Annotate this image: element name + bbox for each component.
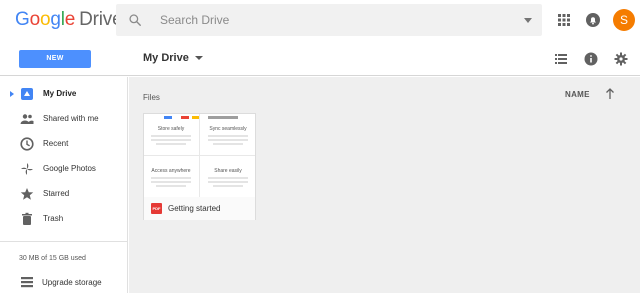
clock-icon [20,137,34,151]
thumb-section-title: Access anywhere [151,168,191,174]
thumb-section: Store safely [144,114,198,154]
sidebar-item-label: Trash [43,214,64,223]
upgrade-storage-label: Upgrade storage [42,278,102,287]
thumb-section: Access anywhere [144,156,198,196]
settings-gear-icon[interactable] [614,52,628,66]
thumb-text-line [151,177,191,179]
sidebar-item-google-photos[interactable]: Google Photos [0,158,128,180]
thumb-text-line [151,135,191,137]
thumb-text-line [208,139,248,141]
drive-icon [21,88,33,100]
notifications-bell-icon[interactable] [585,12,601,28]
sidebar-item-starred[interactable]: Starred [0,183,128,205]
search-input[interactable] [160,10,500,30]
apps-grid-icon[interactable] [556,12,572,28]
chevron-down-icon [194,56,203,60]
list-view-icon[interactable] [554,52,568,66]
logo-letter: e [64,9,76,30]
toolbar: NEW My Drive [0,40,640,76]
storage-icon [21,277,33,288]
thumb-text-line [208,181,248,183]
people-icon [20,114,34,124]
search-bar[interactable] [116,4,542,36]
sidebar-item-shared-with-me[interactable]: Shared with me [0,108,128,130]
sidebar-divider [0,241,128,242]
star-icon [20,188,34,200]
sidebar-item-my-drive[interactable]: My Drive [0,83,128,105]
thumb-text-line [151,139,191,141]
sort-by-name-button[interactable]: NAME [565,90,590,99]
top-bar: Google Drive S [0,0,640,40]
thumb-section: Sync seamlessly [201,114,255,154]
sidebar-item-trash[interactable]: Trash [0,208,128,230]
sidebar-item-recent[interactable]: Recent [0,133,128,155]
thumb-section-title: Sync seamlessly [209,126,247,132]
logo-letter: g [50,9,61,30]
google-drive-logo[interactable]: Google Drive [15,9,123,31]
thumb-text-line [213,185,243,187]
thumb-text-line [151,181,191,183]
search-icon[interactable] [128,13,142,27]
new-button[interactable]: NEW [19,50,91,68]
logo-letter: G [15,9,30,30]
logo-letter: o [29,9,41,30]
sidebar-item-label: Starred [43,189,70,198]
sidebar: My Drive Shared with me Recent Google Ph… [0,77,128,293]
pdf-file-icon: PDF [151,203,162,214]
location-label: My Drive [143,52,189,64]
location-dropdown[interactable]: My Drive [143,52,203,64]
logo-letter: o [39,9,51,30]
file-name: Getting started [168,204,221,213]
file-card-getting-started[interactable]: Store safely Sync seamlessly Access anyw… [143,113,256,220]
thumb-text-line [213,143,243,145]
thumb-section-title: Share easily [214,168,242,174]
info-icon[interactable] [584,52,598,66]
thumb-divider [144,155,255,156]
storage-usage-text: 30 MB of 15 GB used [19,255,86,262]
search-options-dropdown-icon[interactable] [524,18,532,23]
trash-icon [22,212,32,225]
thumb-section-title: Store safely [157,126,185,132]
pinwheel-icon [21,163,33,175]
sidebar-item-label: Google Photos [43,164,96,173]
sidebar-item-label: My Drive [43,89,77,98]
file-thumbnail: Store safely Sync seamlessly Access anyw… [144,114,255,197]
sidebar-item-label: Shared with me [43,114,99,123]
upgrade-storage-link[interactable]: Upgrade storage [0,274,128,292]
thumb-text-line [208,135,248,137]
thumb-text-line [208,177,248,179]
files-section-label: Files [143,93,160,102]
sort-ascending-arrow-icon[interactable] [605,88,615,100]
file-caption: PDF Getting started [144,198,255,220]
account-avatar[interactable]: S [613,9,635,31]
thumb-text-line [156,185,186,187]
sidebar-item-label: Recent [43,139,69,148]
thumb-section: Share easily [201,156,255,196]
file-area: Files NAME Store safely Sync seamlessly … [129,77,640,293]
thumb-text-line [156,143,186,145]
expand-arrow-icon[interactable] [10,91,14,97]
